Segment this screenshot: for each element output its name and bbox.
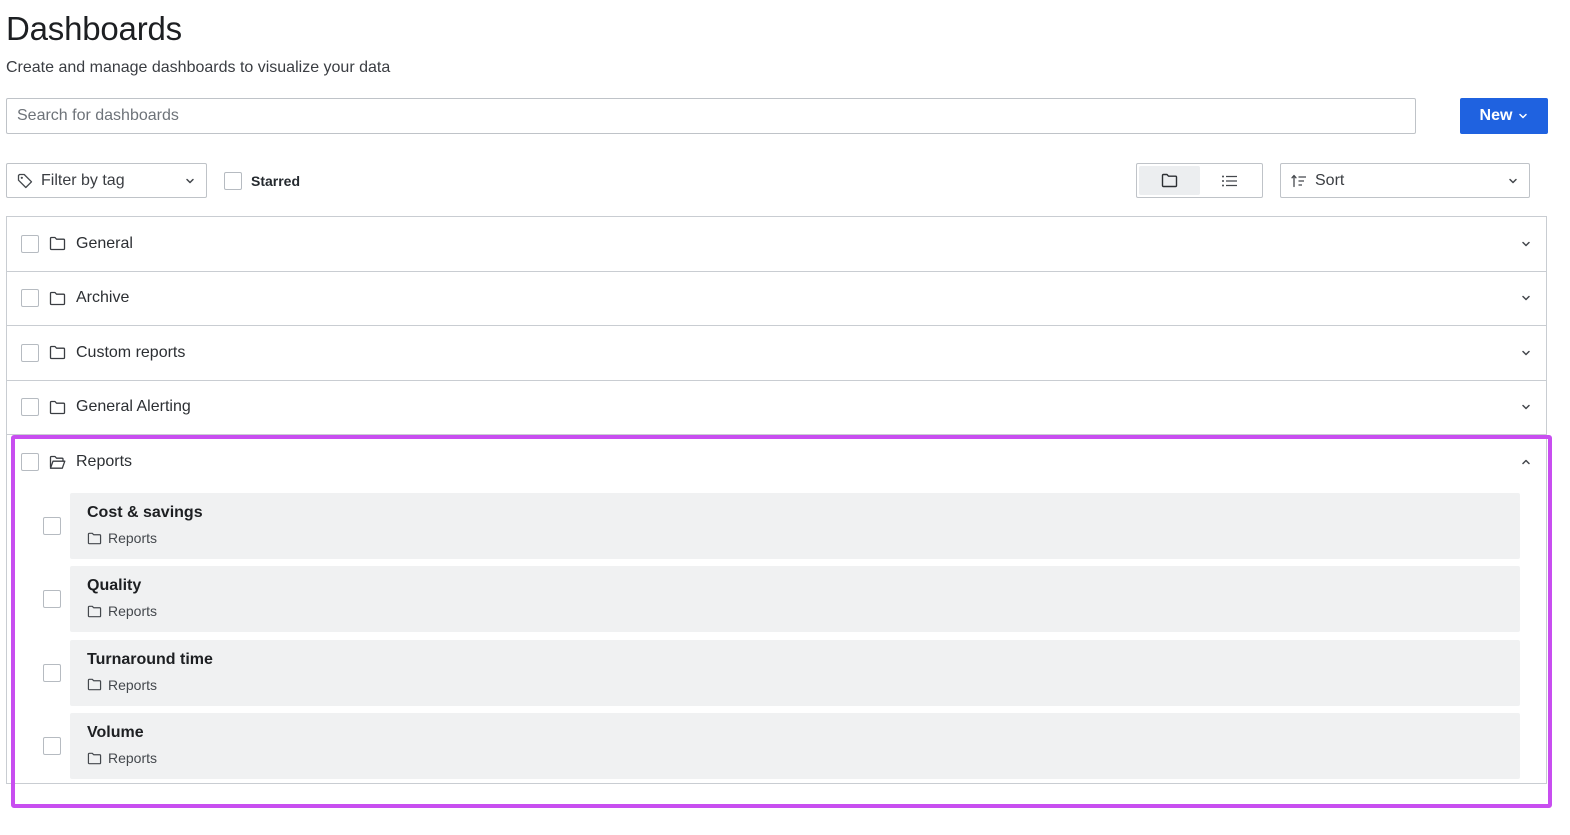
filter-by-tag-label: Filter by tag — [41, 171, 125, 189]
dashboard-card[interactable]: Volume Reports — [70, 713, 1520, 780]
starred-checkbox[interactable] — [224, 172, 242, 190]
dashboard-title: Quality — [87, 577, 142, 595]
chevron-down-icon — [184, 175, 196, 187]
chevron-down-icon — [1507, 175, 1519, 187]
folder-row-general[interactable]: General — [7, 217, 1546, 272]
folder-checkbox[interactable] — [21, 289, 39, 308]
folder-row-reports[interactable]: Reports — [7, 435, 1546, 490]
chevron-down-icon — [1518, 111, 1528, 121]
dashboard-title: Cost & savings — [87, 504, 203, 522]
view-mode-toggle — [1136, 163, 1263, 198]
chevron-down-icon[interactable] — [1520, 292, 1532, 304]
dashboard-folder-label: Reports — [108, 676, 158, 693]
folder-checkbox[interactable] — [21, 398, 39, 417]
dashboard-checkbox[interactable] — [43, 590, 61, 609]
dashboard-folder-label: Reports — [108, 603, 158, 620]
starred-label: Starred — [251, 173, 301, 189]
folder-icon — [87, 678, 102, 691]
folder-icon — [1161, 173, 1178, 188]
folder-row-general-alerting[interactable]: General Alerting — [7, 381, 1546, 435]
chevron-up-icon[interactable] — [1520, 456, 1532, 468]
folder-checkbox[interactable] — [21, 234, 39, 253]
folder-icon — [49, 345, 66, 360]
folder-row-archive[interactable]: Archive — [7, 272, 1546, 326]
page-title: Dashboards — [6, 10, 182, 47]
sort-label: Sort — [1315, 171, 1345, 189]
chevron-down-icon[interactable] — [1520, 347, 1532, 359]
filter-by-tag-select[interactable]: Filter by tag — [6, 163, 207, 198]
tag-icon — [17, 173, 33, 189]
folder-icon — [87, 752, 102, 765]
folder-name: General Alerting — [76, 398, 191, 416]
folder-checkbox[interactable] — [21, 343, 39, 362]
dashboard-checkbox[interactable] — [43, 737, 61, 756]
dashboard-folder-label: Reports — [108, 750, 158, 767]
folder-name: Archive — [76, 289, 130, 307]
dashboard-card[interactable]: Cost & savings Reports — [70, 493, 1520, 560]
dashboard-card[interactable]: Turnaround time Reports — [70, 639, 1520, 706]
search-input[interactable] — [6, 98, 1416, 134]
folder-list: General Archive Custom reports General A… — [6, 216, 1547, 783]
folder-name: General — [76, 234, 133, 252]
folder-icon — [87, 532, 102, 545]
list-bottom-divider — [6, 783, 1547, 784]
folder-checkbox[interactable] — [21, 453, 39, 472]
folder-icon — [49, 400, 66, 415]
list-view-button[interactable] — [1200, 166, 1261, 195]
dashboard-title: Turnaround time — [87, 650, 213, 668]
folder-name: Custom reports — [76, 343, 186, 361]
folder-icon — [49, 291, 66, 306]
dashboard-row: Volume Reports — [7, 709, 1520, 782]
new-button-label: New — [1479, 107, 1513, 124]
folder-name: Reports — [76, 453, 133, 471]
folder-icon — [49, 236, 66, 251]
folder-view-button[interactable] — [1139, 166, 1200, 195]
dashboard-row: Turnaround time Reports — [7, 636, 1520, 709]
chevron-down-icon[interactable] — [1520, 401, 1532, 413]
dashboard-row: Cost & savings Reports — [7, 490, 1520, 563]
dashboard-checkbox[interactable] — [43, 663, 61, 682]
dashboard-title: Volume — [87, 724, 144, 742]
sort-select[interactable]: Sort — [1280, 163, 1530, 198]
page-subtitle: Create and manage dashboards to visualiz… — [6, 59, 391, 76]
sort-icon — [1291, 174, 1307, 188]
dashboard-card[interactable]: Quality Reports — [70, 566, 1520, 633]
chevron-down-icon[interactable] — [1520, 238, 1532, 250]
folder-icon — [87, 605, 102, 618]
list-icon — [1221, 174, 1238, 188]
new-button[interactable]: New — [1460, 98, 1548, 134]
dashboard-checkbox[interactable] — [43, 517, 61, 536]
folder-open-icon — [49, 455, 66, 470]
reports-dashboard-list: Cost & savings Reports Quality Reports T… — [7, 490, 1546, 783]
starred-filter[interactable]: Starred — [224, 172, 300, 190]
dashboard-row: Quality Reports — [7, 563, 1520, 636]
folder-row-custom-reports[interactable]: Custom reports — [7, 326, 1546, 381]
dashboard-folder-label: Reports — [108, 530, 158, 547]
